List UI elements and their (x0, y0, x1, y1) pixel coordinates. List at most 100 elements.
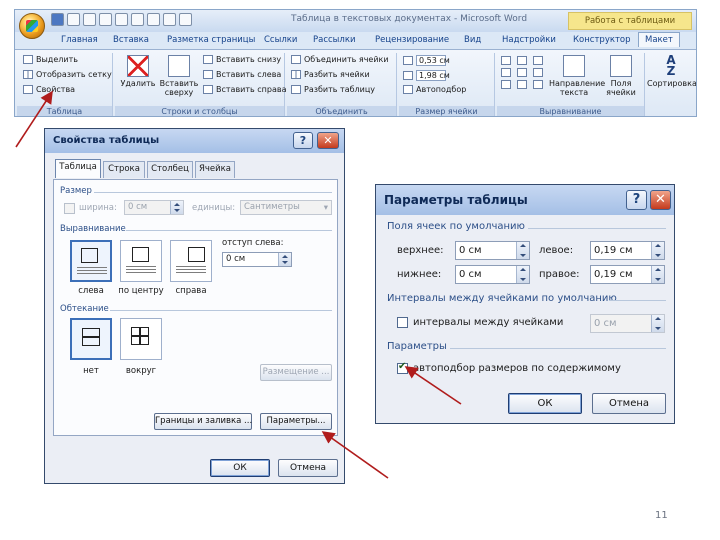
ok-button[interactable]: ОК (508, 393, 582, 414)
tab-insert[interactable]: Вставка (113, 35, 149, 45)
cell-margins-button[interactable]: Поля ячейки (601, 55, 641, 97)
tab-view[interactable]: Вид (464, 35, 481, 45)
tab-table[interactable]: Таблица (55, 159, 101, 178)
tab-home[interactable]: Главная (61, 35, 98, 45)
close-button[interactable]: ✕ (317, 132, 339, 149)
align-bottom-center-icon[interactable] (517, 80, 527, 89)
units-select[interactable]: Сантиметры ▾ (240, 200, 332, 215)
align-middle-left-icon[interactable] (501, 68, 511, 77)
column-width-control[interactable]: 1,98 см (403, 70, 450, 81)
borders-shading-button[interactable]: Границы и заливка ... (154, 413, 252, 430)
width-spin-icon[interactable] (170, 201, 183, 214)
cancel-button[interactable]: Отмена (592, 393, 666, 414)
delete-button[interactable]: Удалить (119, 55, 157, 88)
list-icon[interactable] (179, 13, 192, 26)
row-height-control[interactable]: 0,53 см (403, 55, 450, 66)
tab-addins[interactable]: Надстройки (502, 35, 556, 45)
group-rows-columns: Удалить Вставить сверху Вставить снизу В… (115, 53, 287, 116)
insert-above-icon (168, 55, 190, 77)
indent-spin-icon[interactable] (278, 253, 291, 266)
text-direction-button[interactable]: Направление текста (549, 55, 605, 97)
help-button[interactable]: ? (293, 132, 313, 149)
top-margin-spin-icon[interactable] (516, 242, 529, 259)
bottom-margin-input[interactable]: 0 см (455, 265, 530, 284)
undo-icon[interactable] (67, 13, 80, 26)
right-margin-label: правое: (539, 269, 580, 280)
align-right-option[interactable] (170, 240, 212, 282)
tab-design[interactable]: Конструктор (573, 35, 631, 45)
split-table-button[interactable]: Разбить таблицу (291, 85, 375, 94)
tab-mailings[interactable]: Рассылки (313, 35, 355, 45)
width-checkbox[interactable] (64, 203, 75, 214)
options-button[interactable]: Параметры... (260, 413, 332, 430)
insert-above-button[interactable]: Вставить сверху (159, 55, 199, 97)
group-label-merge: Объединить (287, 106, 396, 116)
align-top-left-icon[interactable] (501, 56, 511, 65)
insert-right-button[interactable]: Вставить справа (203, 85, 287, 94)
insert-left-button[interactable]: Вставить слева (203, 70, 281, 79)
align-top-right-icon[interactable] (533, 56, 543, 65)
cancel-button[interactable]: Отмена (278, 459, 338, 477)
ok-button[interactable]: ОК (210, 459, 270, 477)
width-input[interactable]: 0 см (124, 200, 184, 215)
insert-below-button[interactable]: Вставить снизу (203, 55, 281, 64)
alignment-grid (501, 56, 546, 89)
group-cell-size: 0,53 см 1,98 см Автоподбор Размер ячейки (399, 53, 495, 116)
tab-cell[interactable]: Ячейка (195, 161, 235, 178)
close-button[interactable]: ✕ (650, 190, 671, 210)
bottom-margin-spin-icon[interactable] (516, 266, 529, 283)
align-top-center-icon[interactable] (517, 56, 527, 65)
tab-references[interactable]: Ссылки (264, 35, 297, 45)
text-lines-icon (77, 267, 107, 276)
divider (94, 192, 332, 193)
group-merge: Объединить ячейки Разбить ячейки Разбить… (287, 53, 397, 116)
merge-icon (291, 55, 301, 64)
spelling-icon[interactable] (147, 13, 160, 26)
save-icon[interactable] (51, 13, 64, 26)
tab-review[interactable]: Рецензирование (375, 35, 449, 45)
properties-button[interactable]: Свойства (23, 85, 75, 94)
wrap-around-option[interactable] (120, 318, 162, 360)
tab-row[interactable]: Строка (103, 161, 145, 178)
checkbox-icon[interactable] (163, 13, 176, 26)
align-left-option[interactable] (70, 240, 112, 282)
spacing-checkbox[interactable] (397, 317, 408, 328)
office-button[interactable] (19, 13, 45, 39)
align-middle-center-icon[interactable] (517, 68, 527, 77)
left-margin-input[interactable]: 0,19 см (590, 241, 665, 260)
autofit-checkbox[interactable] (397, 361, 408, 374)
tab-column[interactable]: Столбец (147, 161, 193, 178)
alignment-section: Выравнивание (60, 224, 126, 234)
spacing-spin-icon[interactable] (651, 315, 664, 332)
indent-input[interactable]: 0 см (222, 252, 292, 267)
new-document-icon[interactable] (99, 13, 112, 26)
placement-button[interactable]: Размещение ... (260, 364, 332, 381)
properties-icon (23, 85, 33, 94)
spacing-input[interactable]: 0 см (590, 314, 665, 333)
open-icon[interactable] (115, 13, 128, 26)
wrap-none-icon (82, 328, 100, 346)
select-button[interactable]: Выделить (23, 55, 78, 64)
split-cells-button[interactable]: Разбить ячейки (291, 70, 370, 79)
sort-button[interactable]: AZ Сортировка (647, 54, 696, 88)
left-margin-spin-icon[interactable] (651, 242, 664, 259)
align-bottom-left-icon[interactable] (501, 80, 511, 89)
wrap-none-option[interactable] (70, 318, 112, 360)
align-bottom-right-icon[interactable] (533, 80, 543, 89)
tab-page-layout[interactable]: Разметка страницы (167, 35, 255, 45)
align-middle-right-icon[interactable] (533, 68, 543, 77)
right-margin-spin-icon[interactable] (651, 266, 664, 283)
insert-below-icon (203, 55, 213, 64)
merge-cells-button[interactable]: Объединить ячейки (291, 55, 389, 64)
align-center-option[interactable] (120, 240, 162, 282)
tab-layout[interactable]: Макет (638, 32, 680, 47)
group-label-alignment: Выравнивание (497, 106, 644, 116)
top-margin-input[interactable]: 0 см (455, 241, 530, 260)
table-properties-dialog: Свойства таблицы ? ✕ Таблица Строка Стол… (44, 128, 345, 484)
help-button[interactable]: ? (626, 190, 647, 210)
redo-icon[interactable] (83, 13, 96, 26)
print-icon[interactable] (131, 13, 144, 26)
autofit-button[interactable]: Автоподбор (403, 85, 466, 94)
right-margin-input[interactable]: 0,19 см (590, 265, 665, 284)
view-gridlines-button[interactable]: Отобразить сетку (23, 70, 112, 79)
